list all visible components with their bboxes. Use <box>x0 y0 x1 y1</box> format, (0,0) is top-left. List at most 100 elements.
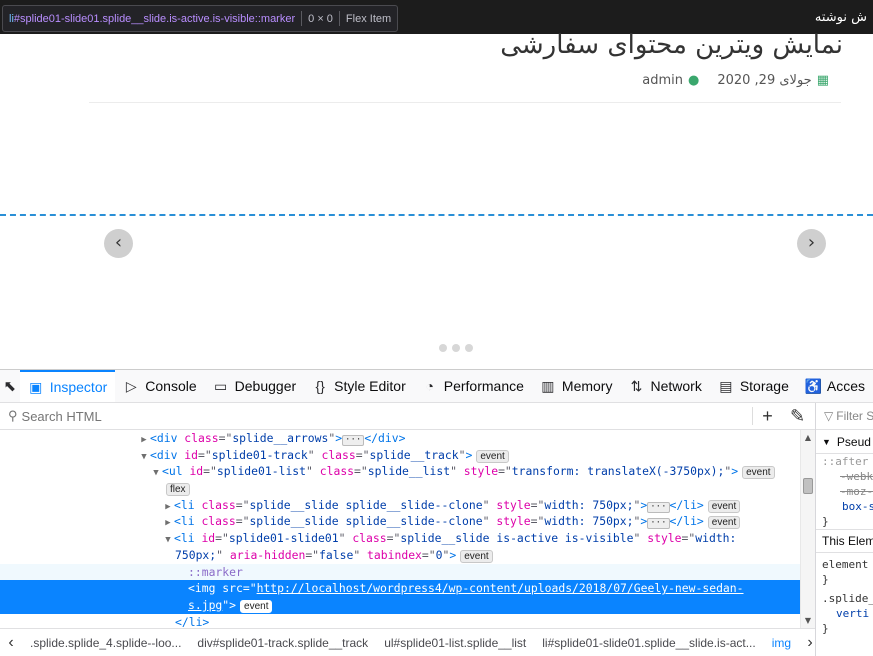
topbar-text[interactable]: ش نوشته <box>815 10 867 25</box>
tab-debugger[interactable]: ▭ Debugger <box>205 370 305 402</box>
plus-icon: + <box>762 405 773 426</box>
this-element-header: This Elem <box>816 529 873 553</box>
rule-selector[interactable]: element <box>816 557 873 572</box>
tab-inspector[interactable]: ▣ Inspector <box>19 370 116 402</box>
markup-node[interactable]: ▶ <li class="splide__slide splide__slide-… <box>0 513 800 530</box>
tab-label: Console <box>145 378 197 394</box>
tab-label: Performance <box>443 378 524 394</box>
slider-prev-button[interactable]: ‹ <box>104 229 133 258</box>
console-icon: ▷ <box>125 377 137 394</box>
scroll-down-icon[interactable]: ▼ <box>801 616 815 625</box>
markup-node-selected-continuation[interactable]: s.jpg"> event <box>0 596 800 614</box>
scrollbar-thumb[interactable] <box>803 478 813 494</box>
post-author[interactable]: ● admin <box>642 73 699 88</box>
post-date[interactable]: ▦ جولای 29, 2020 <box>717 73 829 88</box>
tab-storage[interactable]: ▤ Storage <box>710 370 797 402</box>
rule-selector[interactable]: .splide_ <box>816 591 873 606</box>
memory-icon: ▥ <box>541 377 555 394</box>
scroll-up-icon[interactable]: ▲ <box>801 433 815 442</box>
eyedropper-icon: ✎ <box>789 405 806 426</box>
rule-declaration[interactable]: -moz- <box>816 484 873 499</box>
filter-styles-input[interactable]: ▽ Filter S <box>816 403 873 430</box>
infobar-dimensions: 0 × 0 <box>308 12 333 25</box>
breadcrumb: ‹ .splide.splide_4.splide--loo... div#sp… <box>0 628 815 656</box>
breadcrumb-item[interactable]: li#splide01-slide01.splide__slide.is-act… <box>534 636 763 650</box>
search-html-input[interactable] <box>21 408 722 424</box>
event-badge[interactable]: event <box>707 499 741 513</box>
tab-style-editor[interactable]: {} Style Editor <box>304 370 414 402</box>
element-picker-icon: ⬉ <box>3 378 17 395</box>
breadcrumb-item-current[interactable]: img <box>764 636 799 650</box>
markup-node-close[interactable]: </li> <box>0 614 800 628</box>
tab-label: Inspector <box>49 379 108 395</box>
post-meta: ▦ جولای 29, 2020 ● admin <box>624 73 829 88</box>
post-date-text: جولای 29, 2020 <box>717 73 812 88</box>
markup-scrollbar[interactable]: ▲ ▼ <box>800 430 815 628</box>
network-icon: ⇅ <box>630 377 643 394</box>
event-badge[interactable]: event <box>476 449 509 463</box>
tab-performance[interactable]: ◔ Performance <box>414 370 532 402</box>
calendar-icon: ▦ <box>816 73 829 88</box>
post-title[interactable]: نمایش ویترین محتوای سفارشی <box>500 30 843 64</box>
rule-close-brace: } <box>822 573 829 586</box>
eyedropper-button[interactable]: ✎ <box>783 406 813 427</box>
search-icon: ⚲ <box>8 408 18 423</box>
infobar-divider <box>338 11 340 26</box>
tab-label: Style Editor <box>334 378 406 394</box>
rule-close-brace: } <box>822 515 829 528</box>
breadcrumb-scroll-right-icon[interactable]: › <box>799 634 815 652</box>
rule-declaration[interactable]: -webk <box>816 469 873 484</box>
rule-selector[interactable]: ::after <box>816 454 873 469</box>
chevron-right-icon: › <box>807 232 816 253</box>
markup-node-selected[interactable]: <img src="http://localhost/wordpress4/wp… <box>0 580 800 597</box>
event-badge[interactable]: event <box>240 599 273 613</box>
collapsed-content-icon[interactable]: ··· <box>342 435 365 446</box>
slider-next-button[interactable]: › <box>797 229 826 258</box>
devtools-panel: ⬉ ▣ Inspector ▷ Console ▭ Debugger {} St… <box>0 369 873 656</box>
rule-declaration[interactable]: box-s <box>816 499 873 514</box>
accessibility-icon: ♿ <box>804 377 823 394</box>
pseudo-elements-header[interactable]: ▼ Pseud <box>816 430 873 454</box>
slider-dot[interactable] <box>465 344 473 352</box>
infobar-layout: Flex Item <box>345 12 392 25</box>
tab-label: Network <box>650 378 702 394</box>
inspector-toolbar: ⚲ + ✎ <box>0 403 815 430</box>
flex-badge[interactable]: flex <box>166 483 190 497</box>
collapse-arrow-icon: ▼ <box>822 436 831 447</box>
tab-network[interactable]: ⇅ Network <box>620 370 709 402</box>
tab-console[interactable]: ▷ Console <box>115 370 204 402</box>
event-badge[interactable]: event <box>707 516 741 530</box>
markup-node[interactable]: ▶ <div class="splide__arrows"> ··· </div> <box>0 430 800 447</box>
rule-declaration[interactable]: verti <box>816 606 873 621</box>
slider-highlight-outline <box>0 214 873 216</box>
inspector-icon: ▣ <box>29 378 43 395</box>
markup-node-marker[interactable]: ::marker <box>0 563 800 581</box>
collapsed-content-icon[interactable]: ··· <box>647 518 670 530</box>
meta-divider <box>89 102 841 103</box>
event-badge[interactable]: event <box>742 466 775 480</box>
infobar-divider <box>301 11 303 26</box>
slider-dot[interactable] <box>439 344 447 352</box>
breadcrumb-scroll-left-icon[interactable]: ‹ <box>0 634 22 652</box>
tab-label: Acces <box>826 378 865 394</box>
chevron-left-icon: ‹ <box>114 232 123 253</box>
markup-node[interactable]: ▼ <ul id="splide01-list" class="splide__l… <box>0 463 800 480</box>
markup-node[interactable]: ▶ <li class="splide__slide splide__slide-… <box>0 497 800 514</box>
filter-placeholder: Filter S <box>836 409 873 423</box>
image-src-link[interactable]: http://localhost/wordpress4/wp-content/u… <box>257 581 744 595</box>
breadcrumb-item[interactable]: ul#splide01-list.splide__list <box>376 636 534 650</box>
breadcrumb-item[interactable]: .splide.splide_4.splide--loo... <box>22 636 189 650</box>
infobar-selector: #splide01-slide01.splide__slide.is-activ… <box>13 12 296 25</box>
tab-label: Storage <box>739 378 789 394</box>
breadcrumb-item[interactable]: div#splide01-track.splide__track <box>189 636 376 650</box>
collapsed-content-icon[interactable]: ··· <box>647 501 670 513</box>
element-picker-button[interactable]: ⬉ <box>0 370 20 402</box>
add-node-button[interactable]: + <box>753 406 783 427</box>
markup-node[interactable]: ▼ <div id="splide01-track" class="splide_… <box>0 447 800 464</box>
performance-icon: ◔ <box>425 378 434 394</box>
tab-accessibility[interactable]: ♿ Acces <box>797 370 873 402</box>
markup-node[interactable]: ▼ <li id="splide01-slide01" class="splide… <box>0 530 800 547</box>
slider-dot[interactable] <box>452 344 460 352</box>
tab-memory[interactable]: ▥ Memory <box>532 370 621 402</box>
event-badge[interactable]: event <box>460 549 493 563</box>
